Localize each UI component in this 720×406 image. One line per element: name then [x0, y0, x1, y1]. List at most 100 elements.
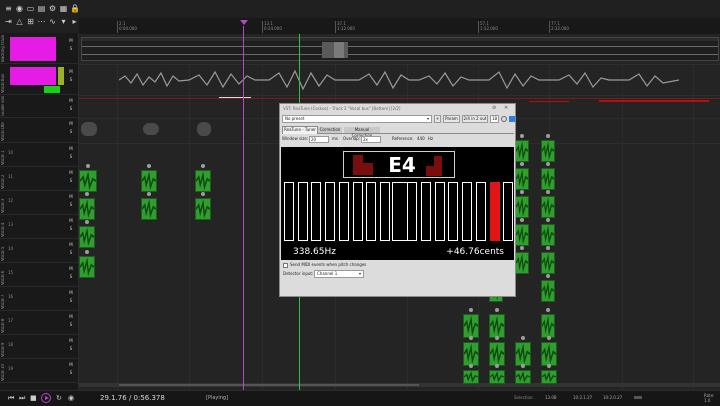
item-knob[interactable]: [520, 162, 524, 166]
item-knob[interactable]: [546, 246, 550, 250]
close-icon[interactable]: ✕: [504, 105, 508, 111]
track-header[interactable]: Vocal 6 15 M S: [0, 263, 78, 287]
item-knob[interactable]: [521, 364, 525, 368]
track-header[interactable]: Guide vox M S: [0, 95, 78, 118]
track-header[interactable]: Vocal 4 13 M S: [0, 215, 78, 239]
snap-icon[interactable]: ⊞: [26, 17, 35, 26]
item-knob[interactable]: [85, 192, 89, 196]
item-knob[interactable]: [520, 218, 524, 222]
mute-button[interactable]: M: [67, 169, 75, 176]
item-knob[interactable]: [469, 308, 473, 312]
solo-button[interactable]: S: [67, 177, 75, 184]
item-knob[interactable]: [546, 162, 550, 166]
item-knob[interactable]: [520, 246, 524, 250]
media-item[interactable]: [541, 280, 555, 302]
solo-button[interactable]: S: [67, 297, 75, 304]
track-header[interactable]: Vocal bus M S: [0, 64, 78, 95]
item-knob[interactable]: [495, 364, 499, 368]
track-header[interactable]: Vocal 10 19 M S: [0, 359, 78, 383]
tab-manual-correction[interactable]: Manual Correction: [344, 127, 380, 138]
media-item[interactable]: [79, 226, 95, 248]
mute-button[interactable]: M: [67, 289, 75, 296]
tab-correction[interactable]: Correction: [318, 127, 342, 133]
item-knob[interactable]: [546, 308, 550, 312]
save-icon[interactable]: ▤: [37, 4, 46, 13]
preset-dropdown[interactable]: No preset ▾: [282, 115, 432, 123]
media-item[interactable]: [541, 314, 555, 338]
pin-icon[interactable]: ⊘: [492, 105, 496, 111]
track-header[interactable]: Vocal 3 12 M S: [0, 191, 78, 215]
timeline-ruler[interactable]: 2.1 0:00.000 13.1 0:24.000 37.1 1:12.000 57…: [79, 18, 720, 35]
item-knob[interactable]: [546, 134, 550, 138]
item-knob[interactable]: [85, 250, 89, 254]
ui-value[interactable]: 1B: [490, 115, 499, 123]
go-end-icon[interactable]: ⏭: [19, 394, 25, 403]
media-item[interactable]: [515, 168, 529, 190]
solo-button[interactable]: S: [67, 128, 75, 135]
mute-button[interactable]: M: [67, 145, 75, 152]
lock-icon[interactable]: 🔒: [70, 4, 80, 13]
solo-button[interactable]: S: [67, 345, 75, 352]
item-knob[interactable]: [85, 220, 89, 224]
envelope-icon[interactable]: ∿: [48, 17, 57, 26]
media-item[interactable]: [143, 123, 159, 135]
param-button[interactable]: Param: [443, 115, 460, 123]
tab-tuner[interactable]: ReaTune - Tuner: [282, 126, 318, 134]
media-item[interactable]: [541, 370, 557, 384]
solo-button[interactable]: S: [67, 321, 75, 328]
repeat-icon[interactable]: ↻: [56, 394, 62, 402]
media-item[interactable]: [541, 168, 555, 190]
mute-button[interactable]: M: [67, 361, 75, 368]
item-knob[interactable]: [520, 190, 524, 194]
media-item[interactable]: [195, 198, 211, 220]
track-header[interactable]: Vocal Dbl M S: [0, 118, 78, 143]
edit-cursor[interactable]: [243, 26, 244, 392]
app-menu-icon[interactable]: ≡: [4, 4, 13, 13]
item-knob[interactable]: [201, 192, 205, 196]
item-knob[interactable]: [469, 364, 473, 368]
solo-button[interactable]: S: [67, 105, 75, 112]
item-knob[interactable]: [147, 164, 151, 168]
media-item[interactable]: [489, 370, 505, 384]
marker-icon[interactable]: ▾: [59, 17, 68, 26]
stop-icon[interactable]: ■: [30, 394, 37, 402]
track-header[interactable]: Vocal 1 10 M S: [0, 143, 78, 167]
item-knob[interactable]: [201, 164, 205, 168]
mute-button[interactable]: M: [67, 37, 75, 44]
item-knob[interactable]: [495, 308, 499, 312]
bypass-icon[interactable]: [501, 116, 507, 122]
mute-button[interactable]: M: [67, 193, 75, 200]
ripple-icon[interactable]: ⇥: [4, 17, 13, 26]
item-knob[interactable]: [520, 134, 524, 138]
media-item[interactable]: [541, 140, 555, 162]
media-item[interactable]: [197, 122, 211, 136]
dots-icon[interactable]: ⋯: [37, 17, 46, 26]
media-item[interactable]: [79, 170, 97, 192]
solo-button[interactable]: S: [67, 273, 75, 280]
send-midi-checkbox[interactable]: [283, 263, 288, 268]
track-lane[interactable]: [79, 65, 720, 96]
solo-button[interactable]: S: [67, 76, 75, 83]
track-header[interactable]: Vocal 8 17 M S: [0, 311, 78, 335]
record-icon[interactable]: ◉: [15, 4, 24, 13]
grid-icon[interactable]: ▦: [59, 4, 68, 13]
solo-button[interactable]: S: [67, 201, 75, 208]
selection-end[interactable]: 10:2.1.27: [573, 395, 592, 400]
mute-button[interactable]: M: [67, 217, 75, 224]
media-item[interactable]: [489, 314, 505, 338]
edit-cursor-marker[interactable]: [240, 20, 248, 25]
media-item[interactable]: [515, 196, 529, 218]
detector-select[interactable]: Channel 1 ▾: [314, 270, 364, 278]
media-item[interactable]: [463, 342, 479, 366]
media-item[interactable]: [489, 342, 505, 366]
item-knob[interactable]: [521, 336, 525, 340]
reference-value[interactable]: 440: [417, 136, 425, 142]
item-knob[interactable]: [469, 336, 473, 340]
solo-button[interactable]: S: [67, 153, 75, 160]
track-lane[interactable]: [79, 34, 720, 65]
solo-button[interactable]: S: [67, 45, 75, 52]
media-item[interactable]: [195, 170, 211, 192]
item-knob[interactable]: [495, 336, 499, 340]
play-icon[interactable]: ▸: [70, 17, 79, 26]
overlap-select[interactable]: 2x: [361, 136, 381, 143]
